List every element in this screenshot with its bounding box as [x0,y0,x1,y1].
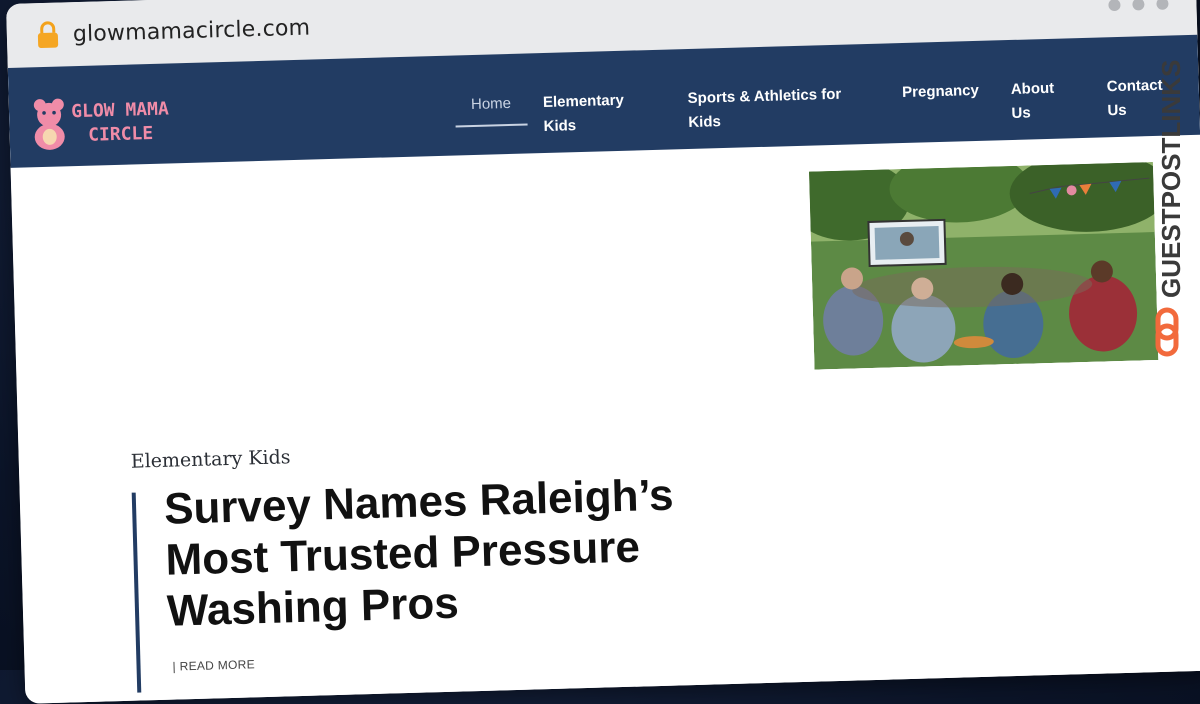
watermark-text: GUESTPOSTLINKS [1156,60,1186,298]
window-dot-1[interactable] [1108,0,1121,12]
park-movie-night-illustration [808,162,1159,370]
post-title[interactable]: Survey Names Raleigh’s Most Trusted Pres… [163,469,687,636]
logo-line-1: GLOW MAMA [70,98,170,123]
menu-item-about-us[interactable]: About Us [995,76,1092,122]
read-more-link[interactable]: | READ MORE [172,657,255,673]
menu-item-home[interactable]: Home [455,91,528,131]
window-dot-2[interactable] [1132,0,1145,11]
address-bar-url[interactable]: glowmamacircle.com [73,16,311,48]
featured-image[interactable] [808,162,1159,370]
lock-icon [37,21,59,49]
window-controls [1108,0,1169,12]
browser-window: glowmamacircle.com GLOW MAMA CIRCLE Home… [6,0,1200,704]
menu-item-sports-athletics[interactable]: Sports & Athletics for Kids [671,81,887,131]
site-logo[interactable]: GLOW MAMA CIRCLE [31,91,183,155]
logo-line-2: CIRCLE [87,122,154,146]
menu-item-pregnancy[interactable]: Pregnancy [886,78,996,119]
post-category[interactable]: Elementary Kids [131,446,291,472]
chain-link-icon [1155,307,1179,357]
bear-logo-icon [33,98,65,150]
logo-text: GLOW MAMA CIRCLE [65,97,176,148]
title-accent-bar [131,492,142,693]
guestpostlinks-watermark: GUESTPOSTLINKS [1155,60,1186,357]
window-dot-3[interactable] [1156,0,1169,10]
main-menu: Home Elementary Kids Sports & Athletics … [455,73,1200,135]
watermark: GUESTPOSTLINKS [1140,58,1196,358]
menu-item-elementary-kids[interactable]: Elementary Kids [527,87,673,135]
website: GLOW MAMA CIRCLE Home Elementary Kids Sp… [7,34,1200,704]
